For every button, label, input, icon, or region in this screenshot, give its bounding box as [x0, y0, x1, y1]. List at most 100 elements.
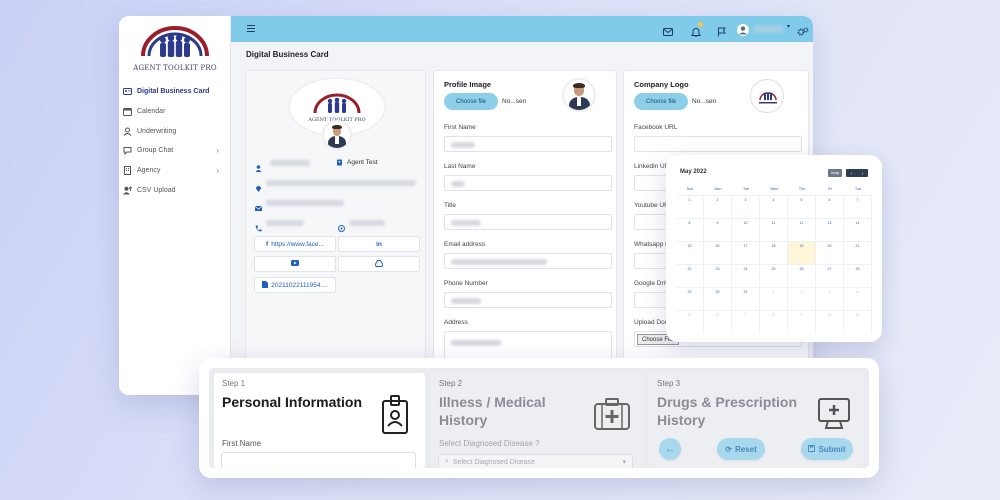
last-name-input[interactable]	[444, 175, 612, 191]
linkedin-link-button[interactable]: in	[338, 236, 420, 252]
calendar-day-cell[interactable]: 12	[788, 219, 816, 241]
first-name-input[interactable]	[221, 452, 416, 468]
youtube-link-button[interactable]	[254, 256, 336, 272]
calendar-day-cell[interactable]: 4	[844, 288, 872, 310]
step-illness-medical-history[interactable]: Step 2 Illness / Medical History Select …	[431, 373, 643, 468]
sidebar-item-digital-business-card[interactable]: Digital Business Card	[119, 82, 231, 102]
document-link-button[interactable]: 20211022111954....	[254, 277, 336, 293]
step-drugs-prescription-history[interactable]: Step 3 Drugs & Prescription History ← ⟳ …	[649, 373, 864, 468]
chevron-right-icon[interactable]: ›	[216, 146, 219, 155]
calendar-day-cell[interactable]: 19	[788, 242, 816, 264]
back-button[interactable]: ←	[659, 438, 681, 460]
calendar-today-button[interactable]: today	[828, 169, 842, 177]
calendar-week-row: 8 9 10 11 12 13 14	[676, 218, 872, 241]
address-label: Address	[444, 319, 468, 326]
calendar-day-cell[interactable]: 24	[732, 265, 760, 287]
reset-button[interactable]: ⟳ Reset	[717, 438, 765, 460]
caret-down-icon[interactable]: ▾	[787, 23, 797, 33]
wizard-steps: Step 1 Personal Information First Name S…	[209, 368, 869, 468]
calendar-day-cell[interactable]: 3	[816, 288, 844, 310]
user-name-blurred[interactable]	[753, 26, 783, 32]
first-name-input[interactable]	[444, 136, 612, 152]
facebook-link-button[interactable]: f https://www.face...	[254, 236, 336, 252]
calendar-day-cell[interactable]: 11	[760, 219, 788, 241]
weekday-label: Thu	[798, 187, 806, 191]
first-aid-kit-icon	[593, 397, 631, 431]
calendar-day-cell[interactable]: 13	[816, 219, 844, 241]
calendar-day-cell[interactable]: 23	[704, 265, 732, 287]
calendar-day-cell[interactable]: 14	[844, 219, 872, 241]
chevron-right-icon[interactable]: ›	[216, 166, 219, 175]
sidebar-item-csv-upload[interactable]: CSV Upload	[119, 180, 231, 200]
calendar-day-cell[interactable]: 20	[816, 242, 844, 264]
sidebar-item-group-chat[interactable]: Group Chat ›	[119, 141, 231, 161]
email-input[interactable]	[444, 253, 612, 269]
calendar-day-cell[interactable]: 2	[788, 288, 816, 310]
calendar-day-cell[interactable]: 9	[704, 219, 732, 241]
brand-logo[interactable]: AGENT TOOLKIT PRO	[129, 22, 221, 86]
calendar-day-cell[interactable]: 8	[676, 219, 704, 241]
title-input[interactable]	[444, 214, 612, 230]
step-personal-information[interactable]: Step 1 Personal Information First Name	[214, 373, 425, 468]
mail-icon[interactable]	[663, 24, 673, 36]
calendar-next-button[interactable]: ›	[862, 171, 864, 176]
sidebar-item-agency[interactable]: Agency ›	[119, 161, 231, 181]
calendar-day-cell[interactable]: 10	[816, 311, 844, 333]
diagnosed-disease-select[interactable]: ⌕ Select Diagnosed Disease ▾	[438, 454, 633, 468]
file-icon	[262, 280, 269, 290]
hamburger-icon[interactable]	[247, 25, 255, 32]
calendar-day-cell[interactable]: 30	[704, 288, 732, 310]
calendar-day-cell[interactable]: 27	[816, 265, 844, 287]
calendar-widget: May 2022 today ‹ › Sun Mon Tue Wed Thu F…	[676, 163, 872, 335]
calendar-day-cell[interactable]: 11	[844, 311, 872, 333]
calendar-day-cell[interactable]: 29	[676, 288, 704, 310]
calendar-day-cell[interactable]: 1	[676, 196, 704, 218]
calendar-day-cell[interactable]: 18	[760, 242, 788, 264]
sidebar-item-underwriting[interactable]: Underwriting	[119, 121, 231, 141]
linkedin-url-label: Linkedin UR	[634, 163, 670, 170]
weekday-label: Sat	[855, 187, 861, 191]
calendar-day-cell[interactable]: 15	[676, 242, 704, 264]
calendar-day-cell[interactable]: 10	[732, 219, 760, 241]
calendar-day-cell[interactable]: 1	[760, 288, 788, 310]
calendar-prev-button[interactable]: ‹	[851, 171, 853, 176]
step-title: Illness / Medical History	[439, 394, 546, 428]
calendar-day-cell[interactable]: 28	[844, 265, 872, 287]
calendar-day-cell[interactable]: 8	[760, 311, 788, 333]
calendar-day-cell[interactable]: 26	[788, 265, 816, 287]
calendar-day-cell[interactable]: 5	[788, 196, 816, 218]
settings-icon[interactable]	[797, 24, 809, 36]
bell-icon[interactable]	[690, 22, 703, 37]
sidebar-item-calendar[interactable]: Calendar	[119, 102, 231, 122]
calendar-day-cell[interactable]: 6	[816, 196, 844, 218]
calendar-day-cell[interactable]: 7	[732, 311, 760, 333]
calendar-day-cell[interactable]: 7	[844, 196, 872, 218]
calendar-day-cell[interactable]: 31	[732, 288, 760, 310]
calendar-day-cell[interactable]: 2	[704, 196, 732, 218]
calendar-day-cell[interactable]: 3	[732, 196, 760, 218]
calendar-day-cell[interactable]: 17	[732, 242, 760, 264]
submit-button[interactable]: Submit	[801, 438, 853, 460]
phone-input[interactable]	[444, 292, 612, 308]
sidebar-item-label: Underwriting	[137, 127, 177, 135]
calendar-day-cell[interactable]: 9	[788, 311, 816, 333]
company-file-name: No...sen	[692, 98, 717, 105]
calendar-day-cell[interactable]: 22	[676, 265, 704, 287]
company-choose-file-button[interactable]: Choose file	[634, 93, 688, 110]
user-icon	[123, 127, 132, 136]
sidebar: AGENT TOOLKIT PRO Digital Business Card …	[119, 16, 231, 395]
flag-icon[interactable]	[717, 24, 727, 37]
drive-link-button[interactable]	[338, 256, 420, 272]
calendar-day-cell[interactable]: 5	[676, 311, 704, 333]
calendar-day-cell[interactable]: 16	[704, 242, 732, 264]
calendar-day-cell[interactable]: 4	[760, 196, 788, 218]
calendar-day-cell[interactable]: 6	[704, 311, 732, 333]
address-textarea[interactable]	[444, 331, 612, 361]
calendar-day-cell[interactable]: 25	[760, 265, 788, 287]
avatar[interactable]	[737, 23, 749, 36]
facebook-url-input[interactable]	[634, 136, 802, 152]
calendar-day-cell[interactable]: 21	[844, 242, 872, 264]
profile-choose-file-button[interactable]: Choose file	[444, 93, 498, 110]
step-number: Step 2	[439, 379, 463, 388]
sidebar-item-label: Agency	[137, 167, 161, 175]
